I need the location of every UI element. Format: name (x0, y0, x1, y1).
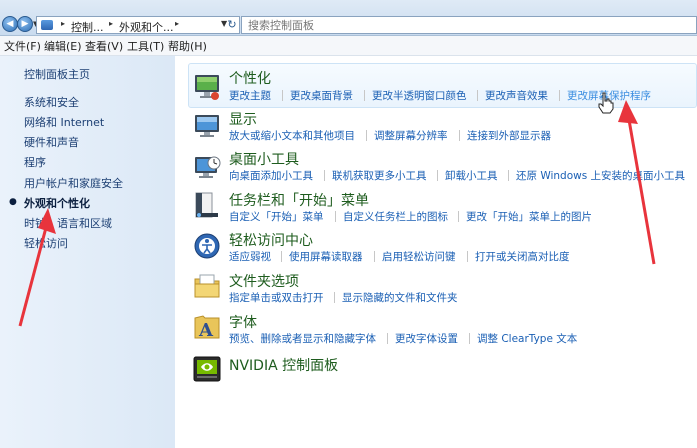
category-nvidia-title[interactable]: NVIDIA 控制面板 (229, 355, 338, 375)
search-input[interactable] (242, 17, 696, 33)
link-separator (469, 333, 470, 344)
sidebar-item-programs[interactable]: 程序 (24, 154, 46, 170)
link-low-vision[interactable]: 适应弱视 (229, 249, 271, 264)
gadgets-icon[interactable] (192, 152, 222, 182)
link-resolution[interactable]: 调整屏幕分辨率 (374, 128, 448, 143)
link-high-contrast[interactable]: 打开或关闭高对比度 (475, 249, 570, 264)
annotation-arrow-icon (618, 100, 656, 265)
refresh-icon[interactable]: ↻ (225, 18, 239, 32)
forward-button-icon[interactable]: ▶ (17, 16, 33, 32)
sidebar-item-hardware-sound[interactable]: 硬件和声音 (24, 134, 79, 150)
link-change-background[interactable]: 更改桌面背景 (290, 88, 353, 103)
sidebar-item-system-security[interactable]: 系统和安全 (24, 94, 79, 110)
link-accessibility-keys[interactable]: 启用轻松访问键 (382, 249, 456, 264)
link-separator (334, 292, 335, 303)
address-bar: ◀ ▶ ▼ ▸ 控制... ▸ 外观和个... ▸ ▼ ↻ (0, 0, 697, 36)
taskbar-icon[interactable] (192, 190, 222, 220)
link-separator (508, 170, 509, 181)
link-show-hidden-files[interactable]: 显示隐藏的文件和文件夹 (342, 290, 458, 305)
link-external-display[interactable]: 连接到外部显示器 (467, 128, 551, 143)
menu-edit[interactable]: 编辑(E) (44, 38, 82, 54)
link-change-sounds[interactable]: 更改声音效果 (485, 88, 548, 103)
link-start-menu-picture[interactable]: 更改「开始」菜单上的图片 (466, 209, 592, 224)
breadcrumb-control-panel[interactable]: 控制... (71, 19, 104, 35)
link-separator (477, 90, 478, 101)
back-button-icon[interactable]: ◀ (2, 16, 18, 32)
link-separator (374, 251, 375, 262)
link-separator (459, 130, 460, 141)
category-taskbar-title[interactable]: 任务栏和「开始」菜单 (229, 190, 369, 210)
link-customize-start-menu[interactable]: 自定义「开始」菜单 (229, 209, 324, 224)
menu-tools[interactable]: 工具(T) (127, 38, 164, 54)
display-icon[interactable] (192, 111, 222, 141)
breadcrumb-separator-icon[interactable]: ▸ (61, 19, 65, 28)
category-display-title[interactable]: 显示 (229, 109, 257, 129)
link-get-more-gadgets[interactable]: 联机获取更多小工具 (332, 168, 427, 183)
link-window-color[interactable]: 更改半透明窗口颜色 (372, 88, 467, 103)
hand-cursor-icon (598, 92, 614, 114)
link-separator (282, 90, 283, 101)
search-box[interactable] (241, 16, 697, 34)
link-separator (437, 170, 438, 181)
link-separator (458, 211, 459, 222)
menu-file[interactable]: 文件(F) (4, 38, 41, 54)
svg-text:A: A (198, 320, 214, 341)
link-uninstall-gadget[interactable]: 卸载小工具 (445, 168, 498, 183)
sidebar-item-control-panel-home[interactable]: 控制面板主页 (24, 66, 90, 82)
breadcrumb[interactable]: ▸ 控制... ▸ 外观和个... ▸ ▼ (36, 16, 240, 34)
menu-view[interactable]: 查看(V) (85, 38, 123, 54)
link-add-gadgets[interactable]: 向桌面添加小工具 (229, 168, 313, 183)
menu-bar: 文件(F) 编辑(E) 查看(V) 工具(T) 帮助(H) (0, 36, 697, 56)
link-separator (364, 90, 365, 101)
category-folder-options-title[interactable]: 文件夹选项 (229, 271, 299, 291)
breadcrumb-separator-icon[interactable]: ▸ (109, 19, 113, 28)
link-separator (366, 130, 367, 141)
link-screen-reader[interactable]: 使用屏幕读取器 (289, 249, 363, 264)
category-gadgets-title[interactable]: 桌面小工具 (229, 149, 299, 169)
folder-options-icon[interactable] (192, 271, 222, 301)
breadcrumb-separator-icon[interactable]: ▸ (175, 19, 179, 28)
link-separator (281, 251, 282, 262)
annotation-arrow-icon (18, 208, 56, 327)
ease-of-access-icon[interactable] (192, 231, 222, 261)
link-separator (467, 251, 468, 262)
category-fonts-title[interactable]: 字体 (229, 312, 257, 332)
breadcrumb-appearance[interactable]: 外观和个... (119, 19, 174, 35)
link-separator (387, 333, 388, 344)
sidebar-item-user-accounts[interactable]: 用户帐户和家庭安全 (24, 175, 123, 191)
link-customize-taskbar-icons[interactable]: 自定义任务栏上的图标 (343, 209, 448, 224)
link-separator (335, 211, 336, 222)
sidebar-item-network-internet[interactable]: 网络和 Internet (24, 114, 104, 130)
link-separator (324, 170, 325, 181)
menu-help[interactable]: 帮助(H) (168, 38, 207, 54)
control-panel-icon (41, 20, 53, 30)
link-separator (559, 90, 560, 101)
link-preview-fonts[interactable]: 预览、删除或者显示和隐藏字体 (229, 331, 376, 346)
link-text-size[interactable]: 放大或缩小文本和其他项目 (229, 128, 355, 143)
category-ease-of-access-title[interactable]: 轻松访问中心 (229, 230, 313, 250)
nvidia-icon[interactable] (192, 354, 222, 384)
link-cleartype[interactable]: 调整 ClearType 文本 (477, 331, 577, 346)
fonts-icon[interactable]: A (192, 312, 222, 342)
link-single-double-click[interactable]: 指定单击或双击打开 (229, 290, 324, 305)
link-font-settings[interactable]: 更改字体设置 (395, 331, 458, 346)
link-change-theme[interactable]: 更改主题 (229, 88, 271, 103)
category-personalization-title[interactable]: 个性化 (229, 68, 271, 88)
personalization-icon[interactable] (192, 72, 222, 102)
